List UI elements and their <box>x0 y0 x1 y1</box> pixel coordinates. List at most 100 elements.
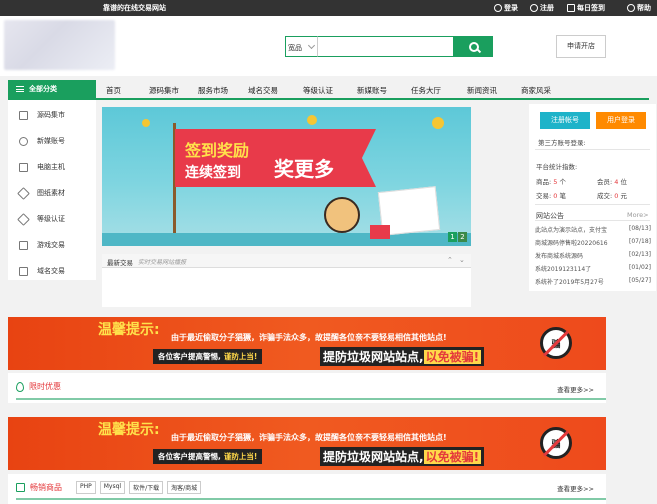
top-bar: 靠谱的在线交易网站 登录 注册 每日签到 帮助 <box>0 0 657 16</box>
warning-text: 由于最近偷取分子猖獗，诈骗手法众多，故提醒各位亲不要轻易相信其他站点! <box>171 433 447 442</box>
search-button[interactable] <box>454 36 493 57</box>
divider <box>535 220 650 221</box>
notice-item[interactable]: 系统补了2019年5月27号 [05/27] <box>535 277 651 286</box>
help-link[interactable]: 帮助 <box>627 3 651 13</box>
sidebar-item-level-cert[interactable]: 等级认证 <box>8 206 96 232</box>
notice-item[interactable]: 商城源码停售啦20220616 [07/18] <box>535 238 651 247</box>
nav-item-domain-trade[interactable]: 域名交易 <box>248 80 303 98</box>
banner-ground <box>102 233 471 246</box>
third-party-login-label: 第三方账号登录: <box>538 139 586 147</box>
tag-software[interactable]: 软件/下载 <box>129 481 164 494</box>
divider <box>535 204 650 205</box>
menu-icon <box>16 86 24 92</box>
register-button[interactable]: 注册帐号 <box>540 112 590 129</box>
notice-item[interactable]: 发布商城系统源码 [02/13] <box>535 251 651 260</box>
user-add-icon <box>530 4 538 12</box>
stat-members: 会员: 4 位 <box>597 178 627 186</box>
site-name: 靠谱的在线交易网站 <box>103 4 166 12</box>
login-link[interactable]: 登录 <box>494 3 518 13</box>
chevron-down-icon[interactable]: ⌄ <box>459 256 465 264</box>
latest-deals-subtitle: 实时交易网站播报 <box>138 259 187 266</box>
gift-icon <box>370 225 390 239</box>
notices-more-link[interactable]: More> <box>627 211 649 219</box>
latest-deals-header: 最新交易 实时交易网站播报 ⌃ ⌄ <box>102 254 471 268</box>
banner-line-1: 签到奖励 <box>185 141 250 160</box>
daily-checkin-link[interactable]: 每日签到 <box>567 3 605 13</box>
star-icon <box>17 186 30 200</box>
nav-item-service-market[interactable]: 服务市场 <box>198 80 248 98</box>
calendar-icon <box>567 4 575 12</box>
chevron-up-icon[interactable]: ⌃ <box>447 256 453 264</box>
account-icon <box>19 136 28 146</box>
help-icon <box>627 4 635 12</box>
promo-banner[interactable]: 签到奖励 连续签到 奖更多 1 2 <box>102 107 471 246</box>
latest-deals-list <box>102 268 471 307</box>
stats-title: 平台统计指数: <box>536 163 578 171</box>
computer-icon <box>19 162 28 172</box>
gamepad-icon <box>19 240 28 250</box>
coin-icon <box>307 115 317 125</box>
section-divider <box>16 498 606 500</box>
image-icon <box>19 266 28 276</box>
hot-products-section: 畅销商品 PHP Mysql 软件/下载 淘客/商城 查看更多>> <box>8 474 606 504</box>
warning-banner: 温馨提示: 由于最近偷取分子猖獗，诈骗手法众多，故提醒各位亲不要轻易相信其他站点… <box>8 317 606 370</box>
nav-item-source-market[interactable]: 源码集市 <box>149 80 198 98</box>
product-tags: PHP Mysql 软件/下载 淘客/商城 <box>76 481 202 494</box>
notice-item[interactable]: 此站点为演示站点，支付宝 [08/13] <box>535 225 651 234</box>
sidebar-item-design-assets[interactable]: 图纸素材 <box>8 180 96 206</box>
coin-icon <box>432 117 444 129</box>
warning-slogan: 提防垃圾网站站点, 以免被骗! <box>320 447 485 466</box>
tag-taoke[interactable]: 淘客/商城 <box>167 481 202 494</box>
search-category-select[interactable]: 宽品 <box>285 36 317 57</box>
stat-deals: 交易: 0 笔 <box>536 192 566 200</box>
nav-item-level-cert[interactable]: 等级认证 <box>303 80 357 98</box>
warning-title: 温馨提示: <box>98 322 160 338</box>
hot-products-title: 畅销商品 <box>16 482 62 493</box>
apply-shop-button[interactable]: 申请开店 <box>556 35 606 58</box>
sidebar-item-game-trade[interactable]: 游戏交易 <box>8 232 96 258</box>
banner-line-3: 奖更多 <box>274 157 334 181</box>
account-panel: 注册帐号 用户登录 第三方账号登录: 平台统计指数: 商品: 5 个 会员: 4… <box>529 104 656 291</box>
banner-page-2[interactable]: 2 <box>458 232 467 242</box>
banner-page-1[interactable]: 1 <box>448 232 457 242</box>
nav-item-home[interactable]: 首页 <box>106 80 149 98</box>
nav-divider <box>8 98 649 100</box>
chevron-down-icon <box>307 41 316 50</box>
coin-icon <box>142 119 150 127</box>
login-button[interactable]: 用户登录 <box>596 112 646 129</box>
sidebar-item-computers[interactable]: 电脑主机 <box>8 154 96 180</box>
banner-line-2: 连续签到 <box>185 165 241 181</box>
sidebar-item-domain-trade[interactable]: 域名交易 <box>8 258 96 284</box>
limited-offer-more-link[interactable]: 查看更多>> <box>557 384 594 394</box>
warning-pill: 各位客户提高警惕, 谨防上当! <box>153 449 263 464</box>
all-categories-button[interactable]: 全部分类 <box>8 80 96 98</box>
sidebar-item-source-market[interactable]: 源码集市 <box>8 102 96 128</box>
search-icon <box>468 41 479 52</box>
warning-banner: 温馨提示: 由于最近偷取分子猖獗，诈骗手法众多，故提醒各位亲不要轻易相信其他站点… <box>8 417 606 470</box>
flame-icon <box>16 381 24 392</box>
nav-item-task-hall[interactable]: 任务大厅 <box>411 80 467 98</box>
sidebar-item-media-accounts[interactable]: 新媒账号 <box>8 128 96 154</box>
hot-products-more-link[interactable]: 查看更多>> <box>557 483 594 493</box>
nav-item-news[interactable]: 新闻资讯 <box>467 80 521 98</box>
site-logo[interactable] <box>4 20 115 70</box>
limited-offer-section: 限时优惠 查看更多>> <box>8 373 606 403</box>
warning-text: 由于最近偷取分子猖獗，诈骗手法众多，故提醒各位亲不要轻易相信其他站点! <box>171 333 447 342</box>
no-scam-icon: 骗 <box>540 427 572 459</box>
warning-title: 温馨提示: <box>98 422 160 438</box>
nav-item-merchants[interactable]: 商家风采 <box>521 80 561 98</box>
search-input[interactable] <box>317 36 454 57</box>
notice-item[interactable]: 系统2019123114了 [01/02] <box>535 264 651 273</box>
register-link[interactable]: 注册 <box>530 3 554 13</box>
tag-php[interactable]: PHP <box>76 481 96 494</box>
section-divider <box>16 398 606 400</box>
nav-item-media-accounts[interactable]: 新媒账号 <box>357 80 411 98</box>
category-sidebar: 源码集市 新媒账号 电脑主机 图纸素材 等级认证 游戏交易 域名交易 <box>8 100 96 280</box>
no-scam-icon: 骗 <box>540 327 572 359</box>
code-icon <box>19 110 28 120</box>
bag-icon <box>16 483 25 492</box>
user-icon <box>494 4 502 12</box>
stat-products: 商品: 5 个 <box>536 178 566 186</box>
badge-icon <box>17 212 30 226</box>
tag-mysql[interactable]: Mysql <box>99 481 126 494</box>
